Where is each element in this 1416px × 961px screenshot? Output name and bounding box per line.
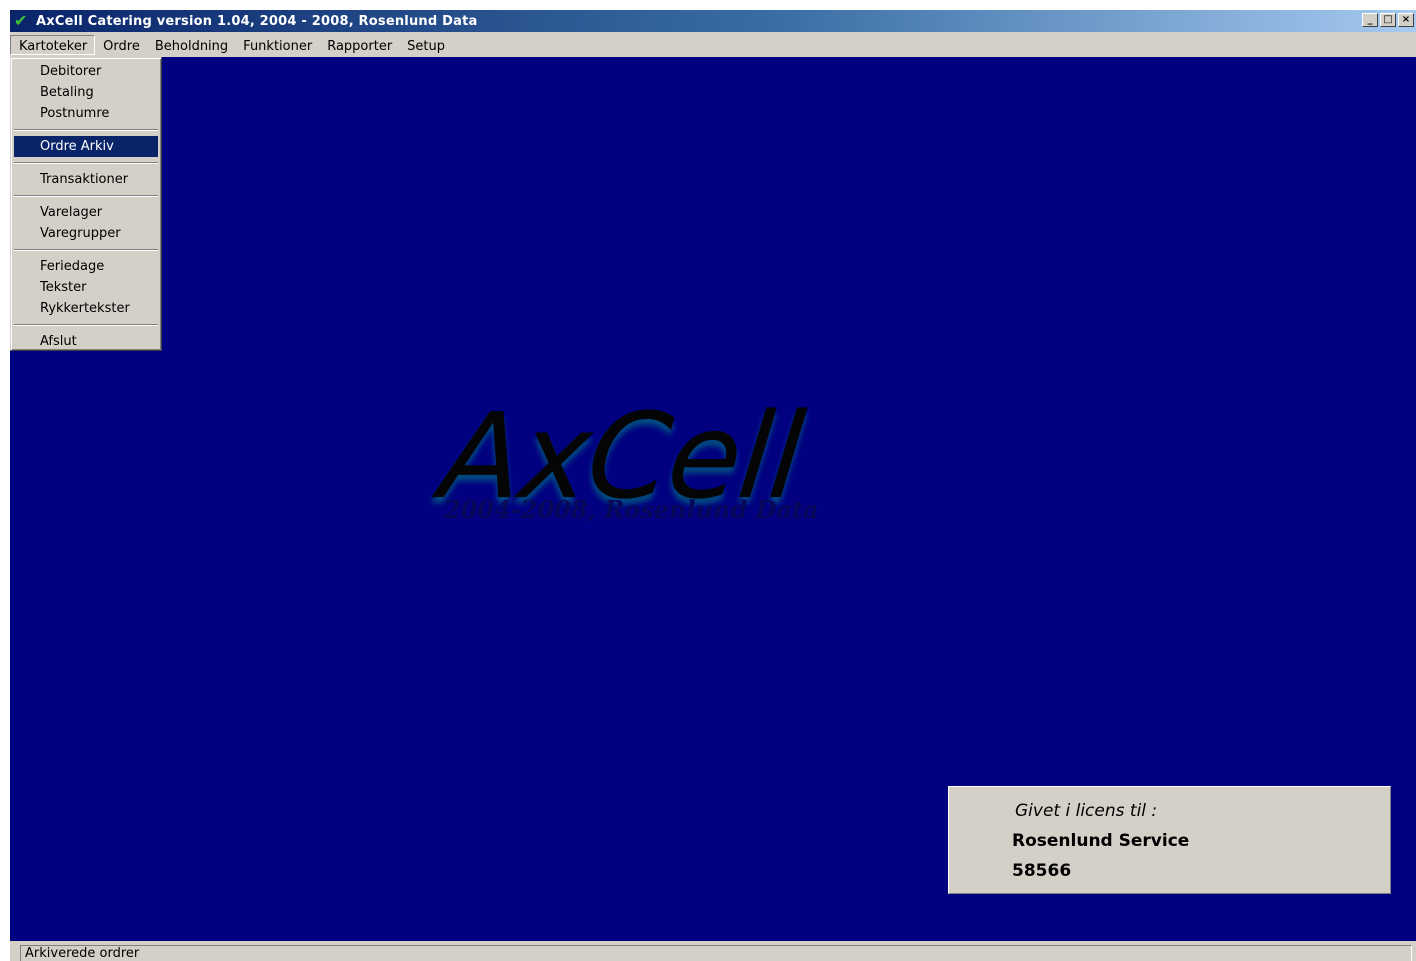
- green-checkmark-icon: ✔: [14, 11, 28, 30]
- menu-item-debitorer[interactable]: Debitorer: [14, 61, 158, 82]
- window-controls: _ □ ×: [1362, 13, 1414, 27]
- menu-item-afslut[interactable]: Afslut: [14, 331, 158, 352]
- menu-separator: [14, 129, 158, 131]
- menu-item-feriedage[interactable]: Feriedage: [14, 256, 158, 277]
- app-window: ✔ AxCell Catering version 1.04, 2004 - 2…: [10, 10, 1416, 961]
- menu-rapporter[interactable]: Rapporter: [319, 35, 399, 55]
- menu-separator: [14, 324, 158, 326]
- menu-item-transaktioner[interactable]: Transaktioner: [14, 169, 158, 190]
- menu-beholdning[interactable]: Beholdning: [147, 35, 235, 55]
- menu-ordre[interactable]: Ordre: [95, 35, 147, 55]
- license-label: Givet i licens til :: [1015, 801, 1158, 821]
- minimize-button[interactable]: _: [1362, 13, 1378, 27]
- status-text: Arkiverede ordrer: [20, 945, 1412, 961]
- menu-funktioner[interactable]: Funktioner: [235, 35, 319, 55]
- menu-bar: Kartoteker Ordre Beholdning Funktioner R…: [10, 33, 1416, 57]
- menu-separator: [14, 162, 158, 164]
- axcell-logo: AxCell 2004-2008, Rosenlund Data: [435, 387, 862, 537]
- mdi-client-area: AxCell 2004-2008, Rosenlund Data Givet i…: [10, 57, 1416, 941]
- logo-subtitle: 2004-2008, Rosenlund Data: [444, 495, 819, 524]
- menu-kartoteker[interactable]: Kartoteker: [10, 35, 96, 55]
- kartoteker-dropdown: Debitorer Betaling Postnumre Ordre Arkiv…: [10, 57, 162, 351]
- title-bar[interactable]: ✔ AxCell Catering version 1.04, 2004 - 2…: [10, 10, 1416, 32]
- menu-setup[interactable]: Setup: [399, 35, 452, 55]
- menu-item-ordre-arkiv[interactable]: Ordre Arkiv: [14, 136, 158, 157]
- license-name: Rosenlund Service: [1012, 831, 1190, 851]
- status-bar: Arkiverede ordrer: [10, 941, 1416, 961]
- menu-separator: [14, 195, 158, 197]
- close-button[interactable]: ×: [1398, 13, 1414, 27]
- menu-item-rykkertekster[interactable]: Rykkertekster: [14, 298, 158, 319]
- menu-item-varegrupper[interactable]: Varegrupper: [14, 223, 158, 244]
- menu-item-varelager[interactable]: Varelager: [14, 202, 158, 223]
- window-title: AxCell Catering version 1.04, 2004 - 200…: [36, 13, 478, 29]
- menu-separator: [14, 249, 158, 251]
- license-number: 58566: [1012, 861, 1072, 881]
- menu-item-tekster[interactable]: Tekster: [14, 277, 158, 298]
- license-panel: Givet i licens til : Rosenlund Service 5…: [948, 786, 1391, 894]
- menu-item-betaling[interactable]: Betaling: [14, 82, 158, 103]
- maximize-button[interactable]: □: [1380, 13, 1396, 27]
- menu-item-postnumre[interactable]: Postnumre: [14, 103, 158, 124]
